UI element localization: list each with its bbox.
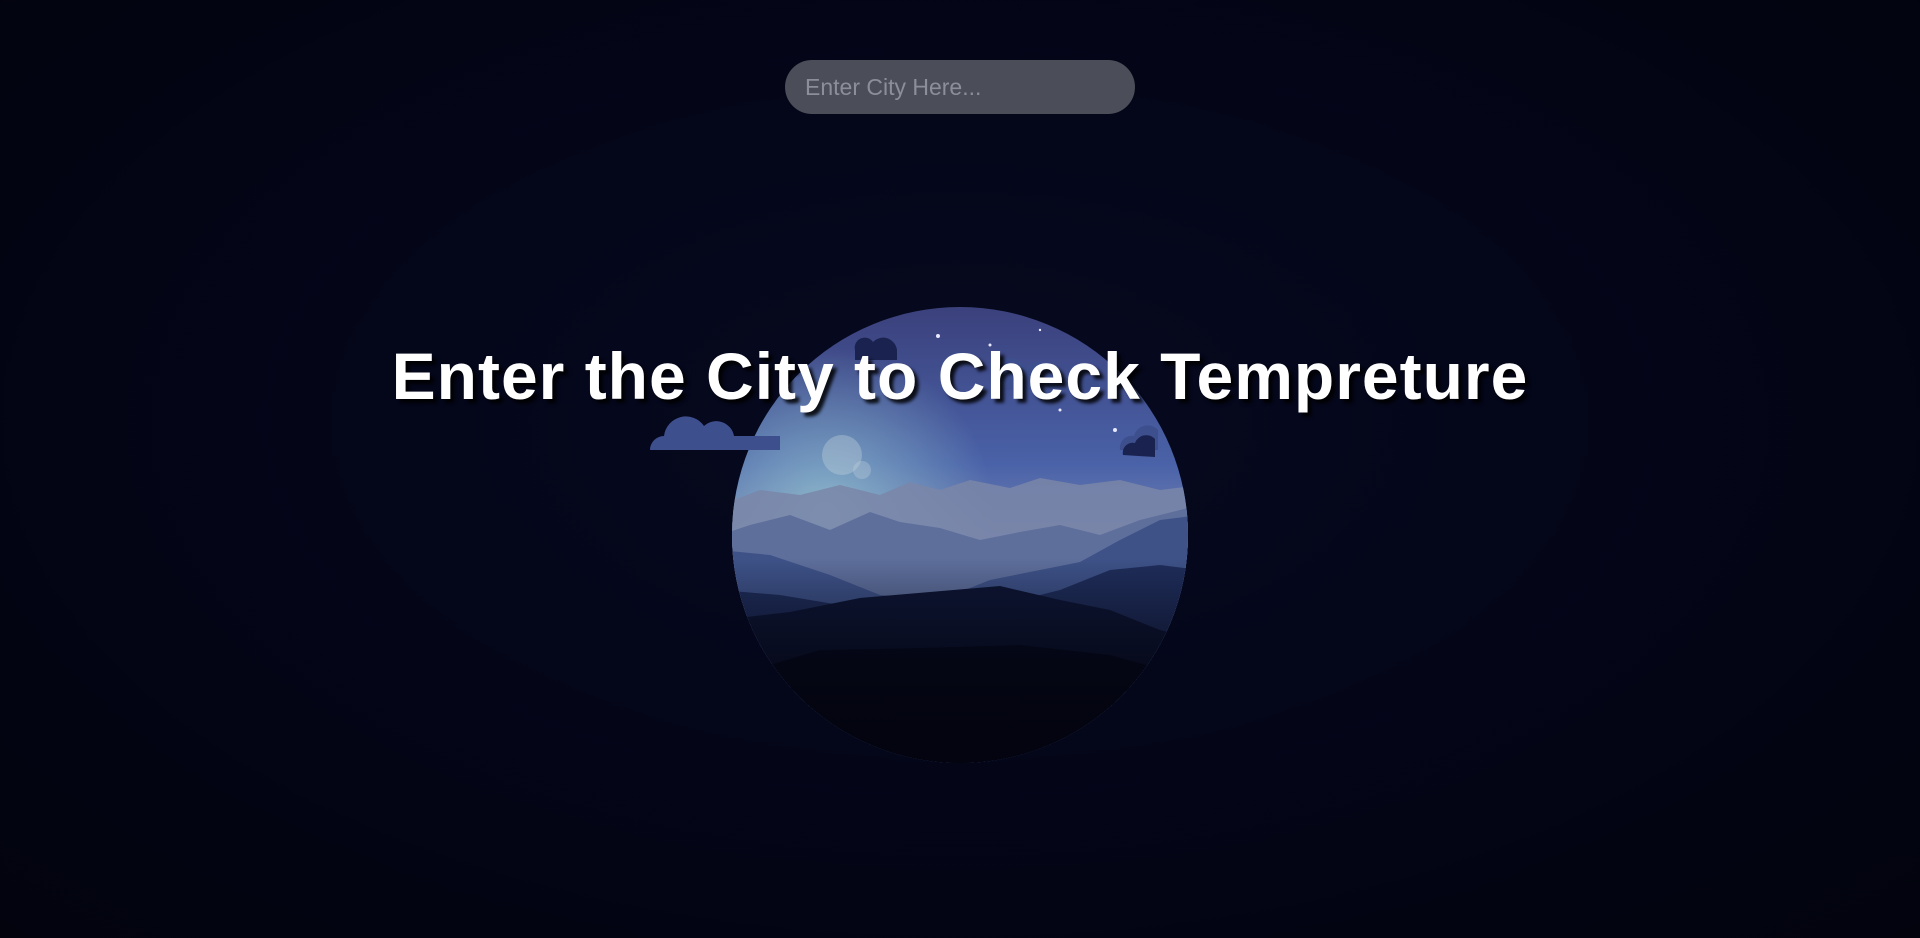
search-bar	[785, 60, 1135, 114]
page-title: Enter the City to Check Tempreture	[391, 339, 1529, 413]
city-search-input[interactable]	[785, 60, 1135, 114]
weather-page: Enter the City to Check Tempreture	[0, 0, 1920, 938]
